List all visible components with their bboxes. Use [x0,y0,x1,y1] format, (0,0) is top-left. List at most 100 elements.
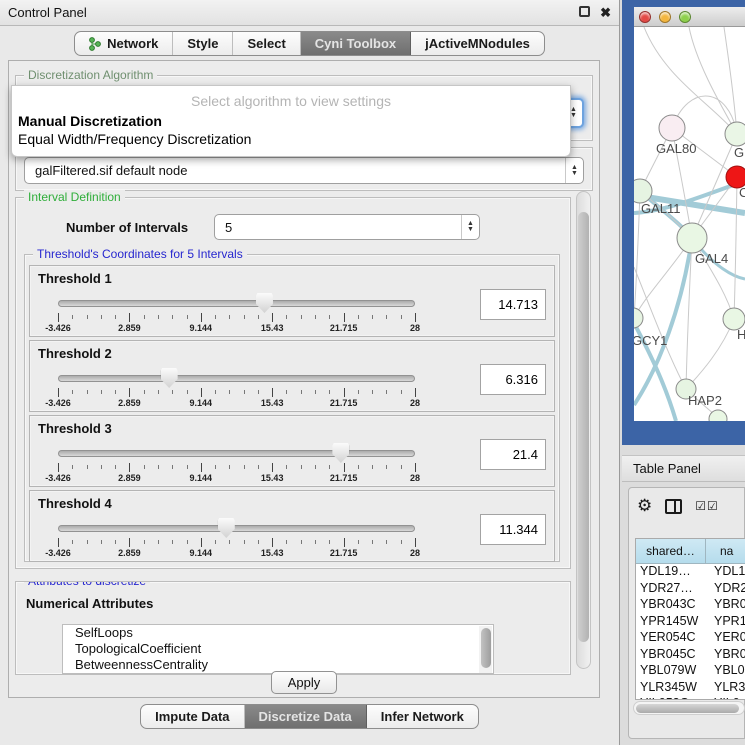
threshold-slider[interactable]: -3.4262.8599.14415.4321.71528 [58,296,415,330]
table-cell[interactable]: YBR0 [706,647,745,664]
network-node[interactable] [677,223,707,253]
slider-thumb[interactable] [256,293,273,313]
network-canvas[interactable]: GAL80GCGAL11GAL4GCY1HHAP2 [634,27,745,421]
threshold-value-field[interactable]: 11.344 [480,514,546,545]
tab-label: Impute Data [155,709,229,724]
threshold-value-field[interactable]: 21.4 [480,439,546,470]
column-header[interactable]: shared… [636,539,706,564]
select-columns-checkboxes-icon[interactable]: ☑☑ [695,499,719,513]
algorithm-dropdown-popup: Select algorithm to view settings Manual… [11,85,571,157]
network-edge[interactable] [686,319,734,389]
table-cell[interactable]: YER054C [636,630,706,647]
tab-style[interactable]: Style [173,32,233,55]
algorithm-option[interactable]: Equal Width/Frequency Discretization [12,130,570,148]
slider-track[interactable] [58,375,415,382]
slider-track[interactable] [58,300,415,307]
gear-icon[interactable]: ⚙ [637,496,652,516]
zoom-window-icon[interactable] [679,11,691,23]
table-cell[interactable]: YBR045C [636,647,706,664]
slider-tick-labels: -3.4262.8599.14415.4321.71528 [58,473,415,485]
table-cell[interactable]: YLR3 [706,680,745,697]
tab-infer-network[interactable]: Infer Network [367,705,478,728]
table-row[interactable]: YPR145WYPR1 [636,614,745,631]
network-node[interactable] [725,122,745,146]
tab-network[interactable]: Network [75,32,173,55]
content-scrollbar[interactable] [576,191,591,669]
number-of-intervals-select[interactable]: 5 ▲▼ [214,214,480,240]
table-row[interactable]: YER054CYER0 [636,630,745,647]
threshold-slider[interactable]: -3.4262.8599.14415.4321.71528 [58,371,415,405]
algorithm-options: Manual DiscretizationEqual Width/Frequen… [12,112,570,148]
slider-thumb[interactable] [161,368,178,388]
table-cell[interactable]: YPR145W [636,614,706,631]
table-cell[interactable]: YBR043C [636,597,706,614]
attribute-list-item[interactable]: TopologicalCoefficient [63,641,493,657]
scrollbar-thumb[interactable] [578,212,589,642]
table-row[interactable]: YBL079WYBL0 [636,663,745,680]
intervals-value: 5 [225,220,232,235]
table-cell[interactable]: YDL19… [636,564,706,581]
table-cell[interactable]: YDR27… [636,581,706,598]
network-edge[interactable] [734,177,737,319]
network-edge[interactable] [644,27,737,134]
table-cell[interactable]: YPR1 [706,614,745,631]
slider-track[interactable] [58,450,415,457]
algorithm-option[interactable]: Manual Discretization [12,112,570,130]
threshold-slider[interactable]: -3.4262.8599.14415.4321.71528 [58,446,415,480]
tab-label: Discretize Data [259,709,352,724]
close-window-icon[interactable] [639,11,651,23]
group-title: Attributes to discretize [24,581,150,588]
table-row[interactable]: YDR27…YDR2 [636,581,745,598]
tab-impute-data[interactable]: Impute Data [141,705,244,728]
threshold-panel: Threshold 4-3.4262.8599.14415.4321.71528… [29,490,555,562]
table-row[interactable]: YLR345WYLR3 [636,680,745,697]
slider-thumb[interactable] [332,443,349,463]
tab-discretize-data[interactable]: Discretize Data [245,705,367,728]
minimize-window-icon[interactable] [659,11,671,23]
table-row[interactable]: YBR043CYBR0 [636,597,745,614]
table-cell[interactable]: YBR0 [706,597,745,614]
table-cell[interactable]: YIL052C [636,696,706,700]
split-columns-icon[interactable] [665,499,682,514]
table-data-select[interactable]: galFiltered.sif default node ▲▼ [24,157,584,184]
apply-button[interactable]: Apply [271,671,337,694]
network-icon [89,37,102,51]
attributes-scrollbar[interactable] [479,626,492,674]
algorithm-placeholder: Select algorithm to view settings [12,90,570,112]
table-row[interactable]: YIL052CYIL0 [636,696,745,700]
slider-track[interactable] [58,525,415,532]
attribute-list-item[interactable]: SelfLoops [63,625,493,641]
tab-jactivemnodules[interactable]: jActiveMNodules [411,32,544,55]
threshold-slider[interactable]: -3.4262.8599.14415.4321.71528 [58,521,415,555]
column-header[interactable]: na [706,539,745,564]
tab-cyni-toolbox[interactable]: Cyni Toolbox [301,32,411,55]
close-panel-icon[interactable]: ✖ [600,5,611,21]
table-toolbar: ⚙ ☑☑ [637,496,719,516]
table-cell[interactable]: YLR345W [636,680,706,697]
tab-select[interactable]: Select [233,32,300,55]
scrollbar-thumb[interactable] [636,704,739,713]
float-panel-icon[interactable] [579,5,590,20]
network-edge[interactable] [634,267,686,389]
table-row[interactable]: YDL19…YDL1 [636,564,745,581]
table-cell[interactable]: YDL1 [706,564,745,581]
table-cell[interactable]: YBL079W [636,663,706,680]
table-cell[interactable]: YER0 [706,630,745,647]
threshold-value-field[interactable]: 14.713 [480,289,546,320]
table-cell[interactable]: YDR2 [706,581,745,598]
table-row[interactable]: YBR045CYBR0 [636,647,745,664]
network-edge[interactable] [634,191,640,318]
table-cell[interactable]: YIL0 [706,696,745,700]
network-node[interactable] [659,115,685,141]
network-edge[interactable] [724,27,737,134]
threshold-value-field[interactable]: 6.316 [480,364,546,395]
scrollbar-thumb[interactable] [481,628,491,668]
threshold-panel: Threshold 3-3.4262.8599.14415.4321.71528… [29,415,555,487]
node-attribute-table[interactable]: shared… na YDL19…YDL1YDR27…YDR2YBR043CYB… [635,538,745,700]
table-cell[interactable]: YBL0 [706,663,745,680]
numerical-attributes-list[interactable]: SelfLoopsTopologicalCoefficientBetweenne… [62,624,494,674]
network-node[interactable] [634,308,643,328]
slider-thumb[interactable] [218,518,235,538]
network-edge[interactable] [689,27,737,134]
table-horizontal-scrollbar[interactable] [633,701,745,715]
